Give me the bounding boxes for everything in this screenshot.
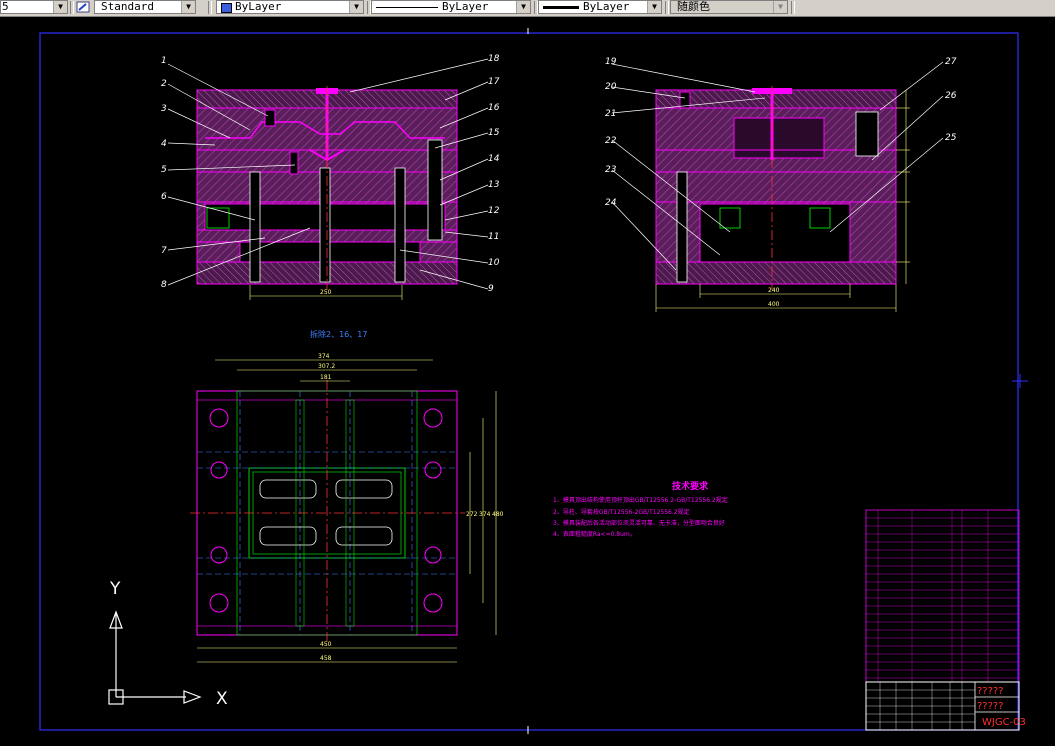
balloon-label: 6 (161, 192, 167, 202)
parts-list-table (865, 509, 1020, 683)
chevron-down-icon[interactable]: ▼ (516, 1, 530, 13)
combo-value: Standard (101, 0, 154, 13)
title-field: ????? (977, 701, 1004, 712)
tech-req-title: 技术要求 (672, 480, 709, 492)
dimension-text: 374 (318, 353, 330, 360)
balloon-label: 17 (488, 77, 500, 87)
combo-value: ByLayer (442, 0, 489, 13)
plan-dimensions (197, 359, 497, 663)
toolbar-separator (665, 1, 669, 14)
toolbar-separator (208, 1, 212, 14)
balloon-label: 11 (488, 232, 499, 242)
drawing-canvas[interactable]: 1 2 3 4 5 6 7 8 18 17 16 15 14 13 12 11 … (0, 17, 1055, 746)
tech-req-line: 3、模具装配后各活动部位须灵活可靠、无卡滞，分型面吻合良好 (553, 519, 725, 527)
balloon-label: 10 (488, 258, 500, 268)
plan-view-title: 拆除2、16、17 (310, 329, 367, 339)
linetype-control-combo[interactable]: ByLayer ▼ (371, 0, 531, 14)
dimension-text: 181 (320, 374, 332, 381)
lineweight-sample (543, 6, 579, 9)
plan-view[interactable] (190, 380, 465, 645)
balloon-label: 12 (488, 206, 500, 216)
dimension-text: 450 (320, 641, 332, 648)
front-width-dimension: 250 (249, 285, 403, 300)
plot-style-combo[interactable]: 随颜色 ▼ (670, 0, 788, 14)
dimension-text: 374 (479, 511, 491, 518)
ucs-y-label: Y (109, 579, 121, 599)
balloon-label: 24 (605, 198, 617, 208)
linetype-sample (376, 7, 438, 8)
balloon-label: 4 (161, 139, 167, 149)
drawing-number: WJGC-03 (982, 717, 1026, 728)
chevron-down-icon[interactable]: ▼ (53, 1, 67, 13)
balloon-label: 9 (488, 284, 494, 294)
balloon-label: 22 (605, 136, 617, 146)
balloon-label: 18 (488, 54, 500, 64)
front-section-view[interactable] (196, 86, 458, 290)
title-field: ????? (977, 686, 1004, 697)
toolbar-separator (791, 1, 795, 14)
chevron-down-icon[interactable]: ▼ (773, 1, 787, 13)
text-style-icon[interactable] (76, 1, 90, 13)
ucs-x-label: X (216, 689, 228, 709)
balloon-label: 26 (945, 91, 957, 101)
dimension-text: 400 (768, 301, 780, 308)
balloon-label: 16 (488, 103, 500, 113)
balloon-label: 20 (605, 82, 617, 92)
text-style-combo[interactable]: Standard ▼ (94, 0, 196, 14)
balloon-label: 13 (488, 180, 500, 190)
chevron-down-icon[interactable]: ▼ (181, 1, 195, 13)
technical-requirements: 技术要求 1、模具顶出结构使用顶杆顶出GB/T12556.2-GB/T12556… (553, 480, 728, 538)
dimension-text: 458 (320, 655, 332, 662)
balloon-label: 25 (945, 133, 957, 143)
balloon-label: 5 (161, 165, 167, 175)
color-swatch-icon (221, 3, 232, 13)
balloon-label: 21 (605, 109, 616, 119)
chevron-down-icon[interactable]: ▼ (647, 1, 661, 13)
balloon-label: 1 (161, 56, 167, 66)
balloon-label: 7 (161, 246, 167, 256)
combo-value: 随颜色 (677, 0, 710, 13)
properties-toolbar: 5 ▼ Standard ▼ ByLayer ▼ ByLayer ▼ ByLay… (0, 0, 1055, 17)
balloon-label: 19 (605, 57, 617, 67)
text-style-combo-partial[interactable]: 5 ▼ (0, 0, 68, 14)
balloon-label: 23 (605, 165, 617, 175)
dimension-text: 272 (466, 511, 478, 518)
dimension-text: 250 (320, 289, 332, 296)
balloon-label: 15 (488, 128, 500, 138)
tech-req-line: 1、模具顶出结构使用顶杆顶出GB/T12556.2-GB/T12556.2规定 (553, 496, 728, 504)
combo-value: ByLayer (583, 0, 630, 13)
tech-req-line: 4、表面粗糙度Ra<=0.8um。 (553, 530, 636, 538)
color-control-combo[interactable]: ByLayer ▼ (216, 0, 364, 14)
parts-rows (866, 517, 1019, 679)
lineweight-control-combo[interactable]: ByLayer ▼ (538, 0, 662, 14)
balloon-label: 27 (945, 57, 957, 67)
combo-value: ByLayer (235, 0, 282, 13)
title-block: ????? ????? WJGC-03 (865, 681, 1026, 731)
toolbar-separator (70, 1, 74, 14)
dimension-text: 480 (492, 511, 504, 518)
dimension-text: 240 (768, 287, 780, 294)
balloon-label: 2 (161, 79, 167, 89)
tech-req-line: 2、导柱、导套按GB/T12556-2GB/T12556.2规定 (553, 508, 690, 516)
balloon-label: 3 (161, 104, 167, 114)
ucs-icon: Y X (108, 579, 228, 709)
balloon-label: 14 (488, 154, 500, 164)
dimension-text: 307.2 (318, 363, 335, 370)
combo-value: 5 (2, 0, 9, 13)
chevron-down-icon[interactable]: ▼ (349, 1, 363, 13)
side-section-view[interactable] (655, 86, 897, 290)
balloon-label: 8 (161, 280, 167, 290)
